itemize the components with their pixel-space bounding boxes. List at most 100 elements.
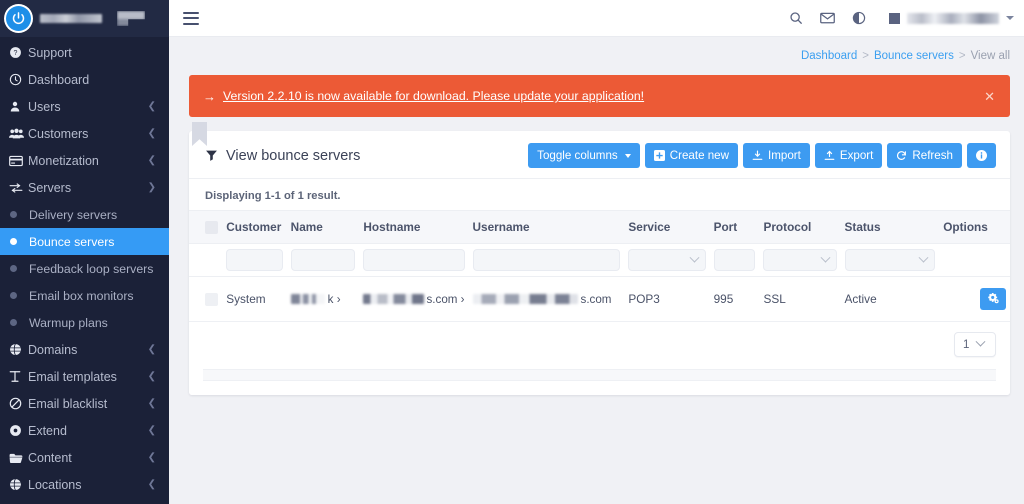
filter-cell-blank	[189, 243, 223, 277]
refresh-button[interactable]: Refresh	[887, 143, 962, 168]
bullet-dot-icon	[10, 265, 29, 272]
export-icon	[824, 150, 835, 161]
sidebar-item-email-box-monitors[interactable]: Email box monitors	[0, 282, 169, 309]
sidebar: ? Support Dashboard Users ❮ Customers ❮ …	[0, 0, 169, 504]
filter-cell-status	[840, 243, 940, 277]
hamburger-menu-icon[interactable]	[183, 11, 199, 25]
breadcrumb-item-bounce-servers[interactable]: Bounce servers	[874, 50, 954, 62]
bullet-dot-icon	[10, 319, 29, 326]
breadcrumb-item-dashboard[interactable]: Dashboard	[801, 50, 857, 62]
bullet-dot-icon	[10, 292, 29, 299]
sidebar-item-warmup-plans[interactable]: Warmup plans	[0, 309, 169, 336]
column-header-status[interactable]: Status	[840, 210, 940, 244]
sidebar-item-monetization[interactable]: Monetization ❮	[0, 147, 169, 174]
user-menu[interactable]	[883, 12, 1014, 24]
sidebar-item-users[interactable]: Users ❮	[0, 93, 169, 120]
column-header-options: Options	[939, 210, 1010, 244]
filter-protocol-select[interactable]	[763, 249, 837, 271]
cell-hostname: s.com ›	[359, 276, 469, 322]
sidebar-item-settings[interactable]: Settings ❮	[0, 498, 169, 504]
import-icon	[752, 150, 763, 161]
sidebar-item-feedback-loop-servers[interactable]: Feedback loop servers	[0, 255, 169, 282]
filter-port-input[interactable]	[713, 249, 756, 271]
chevron-left-icon: ❮	[147, 370, 156, 382]
column-header-name[interactable]: Name	[286, 210, 360, 244]
sidebar-item-delivery-servers[interactable]: Delivery servers	[0, 201, 169, 228]
column-header-service[interactable]: Service	[624, 210, 710, 244]
table-row[interactable]: System k › s.com › s.com POP3 995 SSL Ac…	[189, 276, 1010, 322]
sidebar-item-servers[interactable]: Servers ❯	[0, 174, 169, 201]
filter-status-select[interactable]	[844, 249, 936, 271]
update-alert-link[interactable]: Version 2.2.10 is now available for down…	[223, 89, 644, 103]
cell-status: Active	[840, 276, 940, 322]
ban-icon	[9, 397, 28, 410]
table-head: Customer Name Hostname Username Service …	[189, 210, 1010, 244]
page-size-select[interactable]: 1	[954, 332, 996, 357]
row-checkbox[interactable]	[205, 292, 218, 306]
chevron-left-icon: ❮	[147, 424, 156, 436]
envelope-icon[interactable]	[820, 12, 835, 24]
sidebar-item-bounce-servers[interactable]: Bounce servers	[0, 228, 169, 255]
sidebar-item-label: Domains	[28, 342, 78, 357]
panel-header: View bounce servers Toggle columns Creat…	[189, 131, 1010, 179]
sidebar-item-email-templates[interactable]: Email templates ❮	[0, 363, 169, 390]
export-label: Export	[839, 149, 874, 162]
sidebar-item-label: Monetization	[28, 153, 99, 168]
filter-username-input[interactable]	[472, 249, 621, 271]
create-new-label: Create new	[669, 149, 730, 162]
filter-service-select[interactable]	[628, 249, 706, 271]
column-header-port[interactable]: Port	[709, 210, 760, 244]
clock-circle-icon	[9, 73, 28, 86]
contrast-toggle-icon[interactable]	[852, 11, 866, 25]
create-new-button[interactable]: Create new	[644, 143, 739, 168]
sidebar-item-content[interactable]: Content ❮	[0, 444, 169, 471]
sidebar-item-label: Email templates	[28, 369, 117, 384]
sidebar-item-dashboard[interactable]: Dashboard	[0, 66, 169, 93]
bounce-servers-table: Customer Name Hostname Username Service …	[189, 210, 1010, 322]
close-icon[interactable]: ✕	[981, 88, 998, 105]
chevron-left-icon: ❮	[147, 451, 156, 463]
filter-customer-input[interactable]	[226, 249, 283, 271]
sidebar-item-extend[interactable]: Extend ❮	[0, 417, 169, 444]
svg-text:?: ?	[14, 50, 18, 57]
cell-name-redacted	[290, 294, 325, 304]
info-button[interactable]	[967, 143, 996, 168]
filter-name-input[interactable]	[290, 249, 356, 271]
select-all-checkbox[interactable]	[205, 220, 218, 234]
search-icon[interactable]	[789, 11, 803, 25]
sidebar-item-label: Content	[28, 450, 72, 465]
sidebar-item-email-blacklist[interactable]: Email blacklist ❮	[0, 390, 169, 417]
sidebar-item-label: Customers	[28, 126, 89, 141]
cell-username: s.com	[468, 276, 625, 322]
plus-square-icon	[653, 150, 665, 161]
chevron-left-icon: ❮	[147, 478, 156, 490]
breadcrumb: Dashboard > Bounce servers > View all	[169, 41, 1024, 71]
panel-footer-pad	[189, 381, 1010, 395]
row-options-button[interactable]	[980, 288, 1006, 310]
column-header-username[interactable]: Username	[468, 210, 625, 244]
sidebar-item-locations[interactable]: Locations ❮	[0, 471, 169, 498]
sidebar-item-customers[interactable]: Customers ❮	[0, 120, 169, 147]
column-header-protocol[interactable]: Protocol	[759, 210, 841, 244]
page-size-value: 1	[963, 338, 970, 351]
sidebar-item-label: Delivery servers	[29, 207, 118, 222]
sidebar-item-domains[interactable]: Domains ❮	[0, 336, 169, 363]
column-header-customer[interactable]: Customer	[222, 210, 287, 244]
sidebar-item-support[interactable]: ? Support	[0, 39, 169, 66]
breadcrumb-separator: >	[958, 50, 966, 62]
toggle-columns-button[interactable]: Toggle columns	[528, 143, 640, 168]
filter-hostname-input[interactable]	[363, 249, 465, 271]
filter-cell-port	[709, 243, 760, 277]
select-all-header[interactable]	[189, 210, 223, 244]
row-select-cell[interactable]	[189, 276, 223, 322]
import-button[interactable]: Import	[743, 143, 810, 168]
column-header-hostname[interactable]: Hostname	[359, 210, 469, 244]
main-content: Dashboard > Bounce servers > View all → …	[169, 0, 1024, 504]
chevron-down-icon	[820, 252, 830, 263]
globe-icon	[9, 343, 28, 356]
export-button[interactable]: Export	[814, 143, 883, 168]
chevron-left-icon: ❮	[147, 397, 156, 409]
plugin-dot-icon	[9, 424, 28, 437]
topbar-actions	[789, 11, 1024, 25]
sidebar-brand[interactable]	[0, 0, 169, 37]
